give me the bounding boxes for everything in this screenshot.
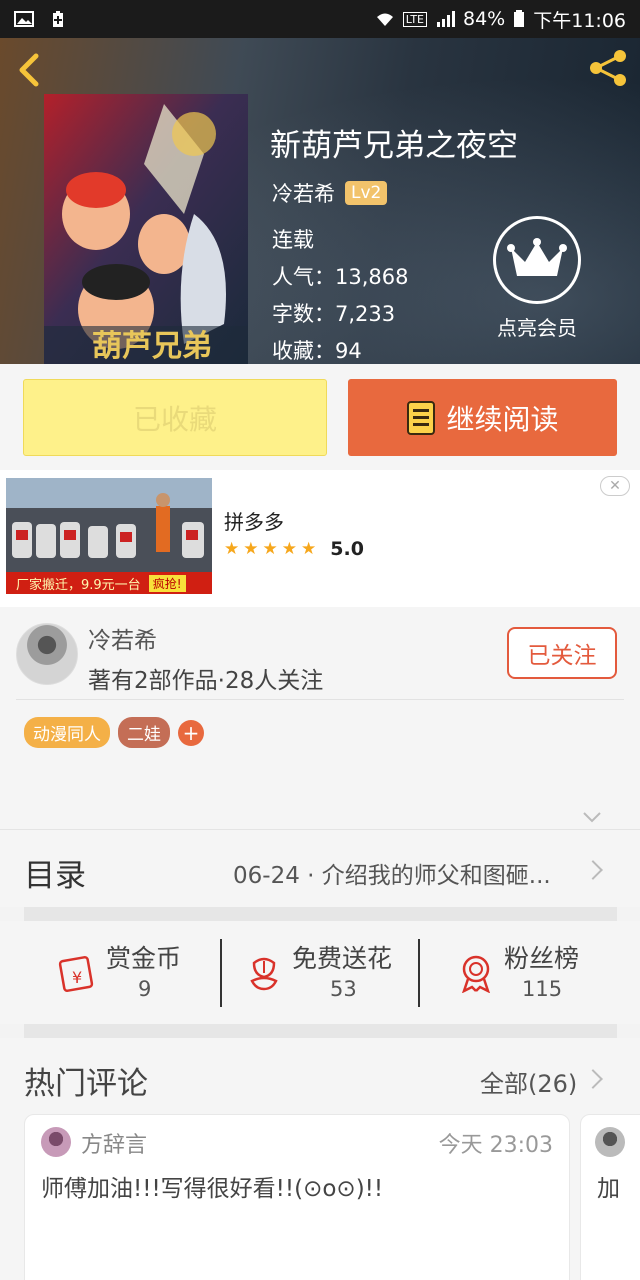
level-badge: Lv2 xyxy=(345,181,388,205)
fan-ranking[interactable]: 粉丝榜 115 xyxy=(456,939,596,1009)
star-icon: ★ xyxy=(281,539,297,559)
ad-image[interactable]: 厂家搬迁，9.9元一台 疯抢! xyxy=(6,478,212,594)
tag-item[interactable]: 二娃 xyxy=(118,717,170,748)
red-envelope-icon: ¥ xyxy=(58,956,94,992)
cover-art-icon: 葫芦兄弟 xyxy=(44,94,248,364)
fans-value: 115 xyxy=(522,977,563,1001)
favorited-button[interactable]: 已收藏 xyxy=(23,379,327,456)
book-header: 葫芦兄弟 新葫芦兄弟之夜空 冷若希 Lv2 连载 人气：13,868 字数：7,… xyxy=(0,38,640,364)
star-icon: ★ xyxy=(224,539,240,559)
chevron-down-icon[interactable] xyxy=(582,811,602,823)
popularity-label: 人气： xyxy=(272,265,335,289)
action-bar: 已收藏 继续阅读 xyxy=(0,364,640,470)
scooter-photo-icon xyxy=(6,478,212,572)
battery-percent: 84% xyxy=(463,8,506,30)
flowers-value: 53 xyxy=(330,977,357,1001)
continue-reading-label: 继续阅读 xyxy=(446,402,559,436)
word-count-label: 字数： xyxy=(272,302,335,326)
crown-icon xyxy=(507,238,567,276)
author-section-name[interactable]: 冷若希 xyxy=(88,621,157,655)
author-avatar[interactable] xyxy=(16,623,78,685)
network-type: LTE xyxy=(402,11,427,27)
comment-text: 师傅加油!!!写得很好看!!(⊙o⊙)!! xyxy=(41,1176,384,1202)
section-gap xyxy=(24,1024,617,1038)
author-row[interactable]: 冷若希 Lv2 xyxy=(272,178,388,208)
vip-button[interactable]: 点亮会员 xyxy=(490,216,584,341)
ad-rating: ★ ★ ★ ★ ★ 5.0 xyxy=(224,538,364,560)
ad-banner[interactable]: 厂家搬迁，9.9元一台 疯抢! 拼多多 ★ ★ ★ ★ ★ 5.0 ✕ xyxy=(0,470,640,607)
flowers-label: 免费送花 xyxy=(292,944,393,973)
chevron-right-icon xyxy=(583,860,603,880)
flower-icon xyxy=(250,957,278,991)
comment-card[interactable]: 方辞言 今天 23:03 师傅加油!!!写得很好看!!(⊙o⊙)!! xyxy=(24,1114,570,1280)
favorites-label: 收藏： xyxy=(272,339,335,363)
section-gap xyxy=(24,907,617,921)
comments-title: 热门评论 xyxy=(24,1066,148,1102)
ad-caption-text: 厂家搬迁，9.9元一台 xyxy=(16,577,141,593)
support-stats: ¥ 赏金币 9 免费送花 53 粉丝榜 115 xyxy=(0,921,640,1024)
popularity-value: 13,868 xyxy=(335,265,409,289)
popularity-row: 人气：13,868 xyxy=(272,261,408,291)
author-name[interactable]: 冷若希 xyxy=(272,178,335,208)
author-section: 冷若希 著有2部作品·28人关注 已关注 动漫同人 二娃 + xyxy=(0,607,640,829)
favorites-row: 收藏：94 xyxy=(272,335,362,364)
comment-card[interactable]: 加 xyxy=(580,1114,640,1280)
clock: 下午11:06 xyxy=(533,9,626,32)
ad-close-icon[interactable]: ✕ xyxy=(600,476,630,496)
latest-chapter[interactable]: 06-24 · 介绍我的师父和图砸... xyxy=(233,856,583,890)
ad-rating-value: 5.0 xyxy=(330,538,364,560)
tag-list: 动漫同人 二娃 + xyxy=(24,717,204,748)
book-icon xyxy=(407,400,436,435)
gallery-notification-icon xyxy=(14,11,34,27)
book-title: 新葫芦兄弟之夜空 xyxy=(270,128,518,164)
wifi-icon xyxy=(376,13,393,26)
catalog-title: 目录 xyxy=(24,858,86,894)
medal-icon xyxy=(462,955,490,993)
star-icon: ★ xyxy=(301,539,317,559)
continue-reading-button[interactable]: 继续阅读 xyxy=(348,379,617,456)
ad-grab-label: 疯抢! xyxy=(148,574,186,592)
catalog-row[interactable]: 目录 06-24 · 介绍我的师父和图砸... xyxy=(0,829,640,907)
commenter-name[interactable]: 方辞言 xyxy=(81,1127,147,1159)
status-bar: LTE 84% 下午11:06 xyxy=(0,0,640,38)
divider xyxy=(16,699,624,700)
serial-status: 连载 xyxy=(272,228,314,252)
reward-value: 9 xyxy=(138,977,152,1001)
share-icon[interactable] xyxy=(586,48,630,88)
comment-time: 今天 23:03 xyxy=(438,1133,553,1158)
free-flowers[interactable]: 免费送花 53 xyxy=(244,939,404,1009)
svg-text:¥: ¥ xyxy=(72,968,82,987)
commenter-avatar[interactable] xyxy=(41,1127,71,1157)
favorites-value: 94 xyxy=(335,339,362,363)
word-count-value: 7,233 xyxy=(335,302,396,326)
chevron-right-icon[interactable] xyxy=(583,1069,603,1089)
all-comments-link[interactable]: 全部(26) xyxy=(480,1064,577,1099)
word-count-row: 字数：7,233 xyxy=(272,298,395,328)
back-icon[interactable] xyxy=(12,50,48,90)
comment-text: 加 xyxy=(597,1176,620,1202)
hot-comments: 热门评论 全部(26) 方辞言 今天 23:03 师傅加油!!!写得很好看!!(… xyxy=(0,1038,640,1280)
author-stats: 著有2部作品·28人关注 xyxy=(88,668,324,694)
battery-saver-icon xyxy=(53,11,63,27)
follow-button[interactable]: 已关注 xyxy=(507,627,617,679)
ad-app-name[interactable]: 拼多多 xyxy=(224,506,284,535)
svg-text:葫芦兄弟: 葫芦兄弟 xyxy=(92,329,212,364)
ad-caption: 厂家搬迁，9.9元一台 疯抢! xyxy=(6,572,212,594)
reward-coins[interactable]: ¥ 赏金币 9 xyxy=(58,939,208,1009)
add-tag-button[interactable]: + xyxy=(178,719,204,746)
book-cover[interactable]: 葫芦兄弟 xyxy=(44,94,248,364)
reward-label: 赏金币 xyxy=(106,944,182,973)
divider xyxy=(220,939,222,1007)
commenter-avatar[interactable] xyxy=(595,1127,625,1157)
fans-label: 粉丝榜 xyxy=(504,944,580,973)
battery-icon xyxy=(514,10,525,27)
star-icon: ★ xyxy=(262,539,278,559)
star-icon: ★ xyxy=(243,539,259,559)
tag-item[interactable]: 动漫同人 xyxy=(24,717,110,748)
divider xyxy=(418,939,420,1007)
vip-label: 点亮会员 xyxy=(497,316,577,340)
signal-icon xyxy=(437,11,455,27)
